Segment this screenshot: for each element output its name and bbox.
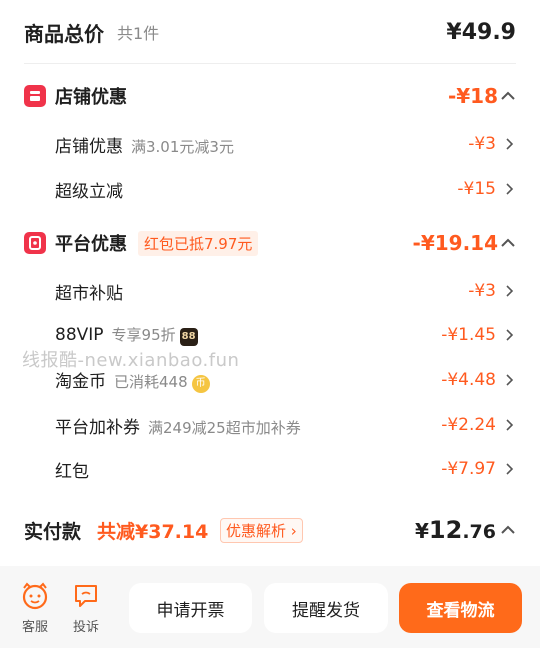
- divider: [24, 63, 516, 64]
- item-label: 超市补贴: [55, 283, 123, 304]
- apply-invoice-button[interactable]: 申请开票: [129, 583, 252, 633]
- store-discount-header[interactable]: 店铺优惠 -¥18: [0, 78, 540, 114]
- item-label: 淘金币: [55, 372, 106, 392]
- chevron-right-icon: [506, 419, 514, 431]
- item-label: 超级立减: [55, 181, 123, 202]
- chevron-right-icon: [506, 183, 514, 195]
- platform-discount-item[interactable]: 超市补贴 -¥3: [0, 273, 540, 309]
- store-discount-item[interactable]: 超级立减 -¥15: [0, 171, 540, 207]
- chevron-up-icon[interactable]: [498, 233, 518, 253]
- chevron-right-icon: [506, 463, 514, 475]
- chevron-right-icon: [506, 285, 514, 297]
- currency-symbol: ¥: [415, 519, 429, 543]
- item-note: 满249减25超市加补券: [148, 418, 301, 437]
- platform-discount-item[interactable]: 淘金币 已消耗448 币 -¥4.48: [0, 362, 540, 398]
- view-logistics-button[interactable]: 查看物流: [399, 583, 522, 633]
- platform-discount-item[interactable]: 平台加补券 满249减25超市加补券 -¥2.24: [0, 407, 540, 443]
- customer-service-button[interactable]: [13, 582, 57, 614]
- complaint-label: 投诉: [72, 620, 99, 635]
- bottom-action-bar: 客服 投诉 申请开票 提醒发货 查看物流: [0, 566, 540, 648]
- red-packet-tag: 红包已抵7.97元: [138, 230, 259, 256]
- item-amount: -¥3: [468, 134, 496, 154]
- item-amount: -¥4.48: [441, 370, 496, 390]
- chevron-up-icon[interactable]: [498, 520, 518, 540]
- amount-integer: 12: [428, 516, 463, 544]
- customer-service-label: 客服: [21, 620, 48, 635]
- item-note: 已消耗448: [114, 373, 188, 391]
- actual-payment-row: 实付款 共减¥37.14 优惠解析 › ¥12.76: [0, 510, 540, 550]
- chevron-up-icon[interactable]: [498, 86, 518, 106]
- total-price-title: 商品总价: [24, 21, 104, 46]
- store-discount-amount: -¥18: [447, 84, 498, 108]
- store-icon: [24, 85, 46, 107]
- store-discount-item[interactable]: 店铺优惠 满3.01元减3元 -¥3: [0, 126, 540, 162]
- item-label: 88VIP: [55, 325, 104, 345]
- chevron-right-icon: [506, 374, 514, 386]
- item-amount: -¥2.24: [441, 415, 496, 435]
- platform-discount-header[interactable]: 平台优惠 红包已抵7.97元 -¥19.14: [0, 225, 540, 261]
- remind-shipping-button[interactable]: 提醒发货: [264, 583, 388, 633]
- item-label-wrapper: 淘金币 已消耗448 币: [55, 367, 210, 393]
- complaint-button[interactable]: [64, 582, 108, 614]
- item-label-wrapper: 88VIP 专享95折 88: [55, 324, 198, 346]
- discount-analysis-button[interactable]: 优惠解析 ›: [220, 517, 303, 543]
- item-amount: -¥15: [457, 179, 496, 199]
- total-price-amount: ¥49.9: [446, 19, 516, 45]
- platform-discount-title: 平台优惠: [55, 234, 127, 255]
- item-amount: -¥7.97: [441, 459, 496, 479]
- vip-badge-icon: 88: [179, 328, 198, 346]
- item-label-wrapper: 店铺优惠 满3.01元减3元: [55, 132, 234, 157]
- actual-payment-label: 实付款: [24, 520, 82, 543]
- item-amount: -¥1.45: [441, 325, 496, 345]
- item-amount: -¥3: [468, 281, 496, 301]
- item-label-wrapper: 平台加补券 满249减25超市加补券: [55, 413, 301, 438]
- platform-discount-amount: -¥19.14: [412, 231, 498, 255]
- coin-icon: 币: [191, 375, 210, 393]
- item-count: 共1件: [117, 24, 160, 43]
- chevron-right-icon: [506, 329, 514, 341]
- customer-service-icon: [22, 582, 48, 610]
- store-discount-title: 店铺优惠: [55, 87, 127, 108]
- item-note: 专享95折: [111, 326, 176, 344]
- amount-decimal: .76: [462, 521, 496, 543]
- platform-discount-item[interactable]: 红包 -¥7.97: [0, 451, 540, 487]
- actual-payment-amount: ¥12.76: [415, 516, 496, 544]
- chevron-right-icon: [506, 138, 514, 150]
- total-price-row: 商品总价 共1件 ¥49.9: [0, 10, 540, 54]
- platform-icon: [24, 232, 46, 254]
- item-label: 平台加补券: [55, 417, 140, 438]
- item-label: 红包: [55, 461, 89, 482]
- complaint-icon: [75, 585, 97, 607]
- item-note: 满3.01元减3元: [131, 137, 234, 156]
- item-label: 店铺优惠: [55, 136, 123, 157]
- total-saved: 共减¥37.14: [97, 520, 209, 543]
